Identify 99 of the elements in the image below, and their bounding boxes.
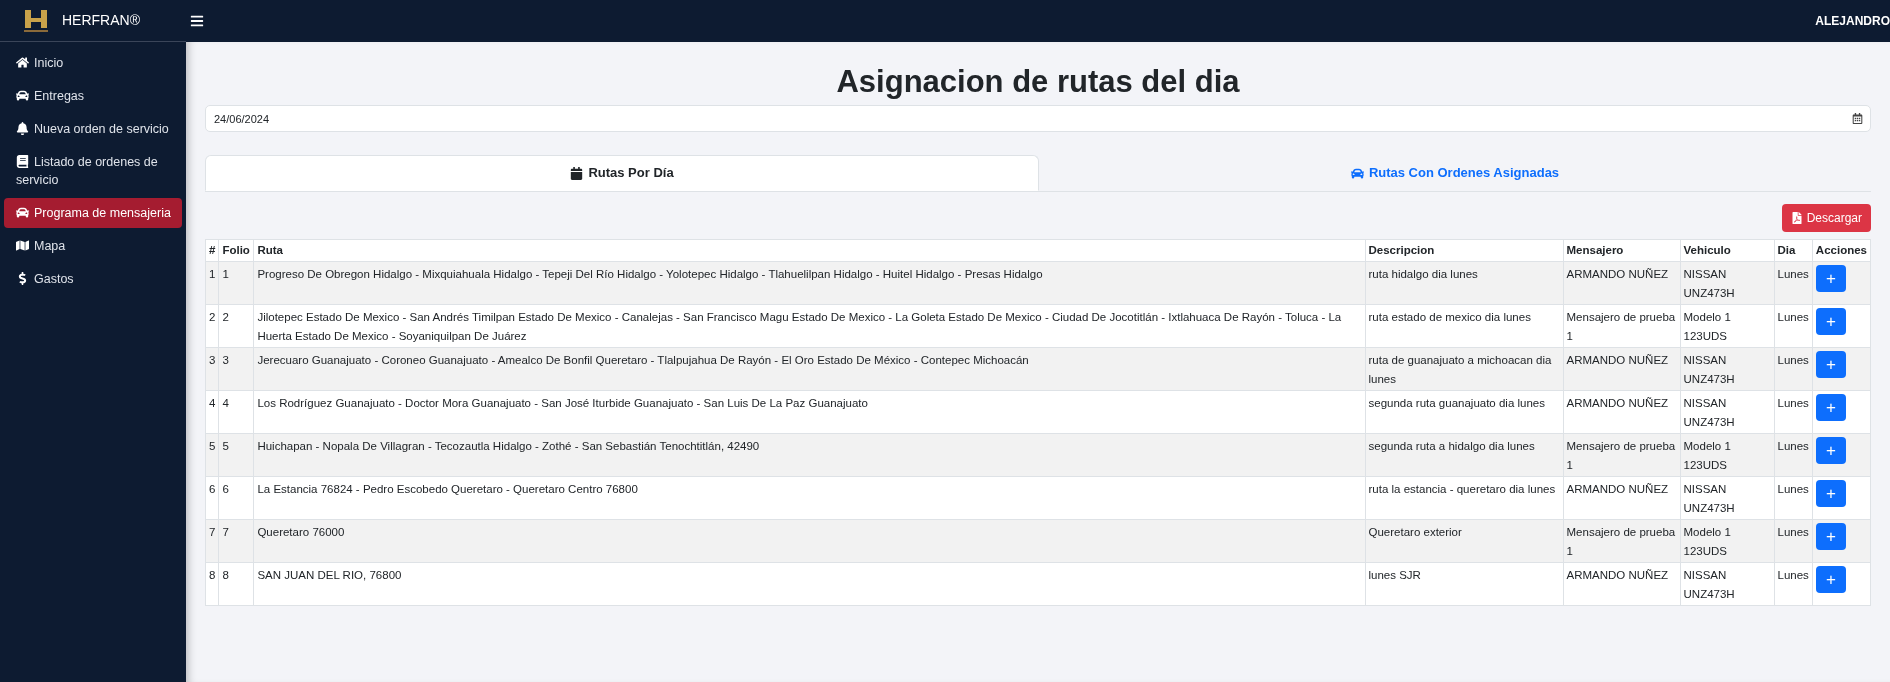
column-header: Vehiculo	[1680, 239, 1774, 262]
table-cell: 1	[205, 261, 219, 305]
table-cell: Lunes	[1774, 433, 1813, 477]
table-cell: segunda ruta a hidalgo dia lunes	[1365, 433, 1563, 477]
table-cell: NISSAN UNZ473H	[1680, 261, 1774, 305]
sidebar-item[interactable]: Mapa	[4, 231, 182, 261]
table-cell: 2	[218, 304, 254, 348]
table-cell: Lunes	[1774, 562, 1813, 606]
table-cell: Lunes	[1774, 304, 1813, 348]
table-cell: segunda ruta guanajuato dia lunes	[1365, 390, 1563, 434]
table-cell: ruta la estancia - queretaro dia lunes	[1365, 476, 1563, 520]
table-cell: 3	[205, 347, 219, 391]
table-cell: ARMANDO NUÑEZ	[1563, 347, 1680, 391]
add-button[interactable]: +	[1815, 437, 1846, 464]
table-cell: ARMANDO NUÑEZ	[1563, 261, 1680, 305]
user-name[interactable]: ALEJANDRO	[1815, 12, 1890, 30]
table-cell: ARMANDO NUÑEZ	[1563, 476, 1680, 520]
table-cell: NISSAN UNZ473H	[1680, 347, 1774, 391]
column-header: Mensajero	[1563, 239, 1680, 262]
table-cell: 7	[205, 519, 219, 563]
table-cell: ARMANDO NUÑEZ	[1563, 390, 1680, 434]
add-button[interactable]: +	[1815, 480, 1846, 507]
page-title: Asignacion de rutas del dia	[835, 63, 1241, 101]
car-icon	[16, 206, 29, 220]
table-cell: La Estancia 76824 - Pedro Escobedo Queretaro - Queretaro Centro 76800	[253, 476, 1365, 520]
download-button[interactable]: Descargar	[1781, 204, 1871, 232]
add-button[interactable]: +	[1815, 523, 1846, 550]
table-cell: ruta hidalgo dia lunes	[1365, 261, 1563, 305]
table-cell: 5	[218, 433, 254, 477]
logo-icon	[22, 7, 50, 34]
table-cell: Lunes	[1774, 519, 1813, 563]
table-cell: Huichapan - Nopala De Villagran - Tecozautla Hidalgo - Zothé - San Sebastián Tenochtitlán, 42490	[253, 433, 1365, 477]
table-cell: Queretaro 76000	[253, 519, 1365, 563]
column-header: Dia	[1774, 239, 1813, 262]
add-button[interactable]: +	[1815, 308, 1846, 335]
table-cell: Mensajero de prueba 1	[1563, 433, 1680, 477]
house-icon	[16, 56, 29, 70]
sidebar-item[interactable]: Programa de mensajeria	[4, 198, 182, 228]
table-cell: 3	[218, 347, 254, 391]
menu-button[interactable]	[190, 14, 204, 28]
table-cell: Modelo 1 123UDS	[1680, 519, 1774, 563]
table-cell: NISSAN UNZ473H	[1680, 390, 1774, 434]
table-cell: Lunes	[1774, 261, 1813, 305]
table-cell: Modelo 1 123UDS	[1680, 304, 1774, 348]
sidebar-item[interactable]: Inicio	[4, 48, 182, 78]
table-cell: 5	[205, 433, 219, 477]
table-cell: lunes SJR	[1365, 562, 1563, 606]
table-cell: Modelo 1 123UDS	[1680, 433, 1774, 477]
table-cell: 1	[218, 261, 254, 305]
table-cell: Los Rodríguez Guanajuato - Doctor Mora Guanajuato - San José Iturbide Guanajuato - San Luis De La Paz Guanajuato	[253, 390, 1365, 434]
table-cell: 8	[205, 562, 219, 606]
dollar-icon	[16, 272, 29, 286]
column-header: Acciones	[1812, 239, 1871, 262]
table-cell: Mensajero de prueba 1	[1563, 519, 1680, 563]
add-button[interactable]: +	[1815, 351, 1846, 378]
book-icon	[16, 155, 29, 169]
table-cell: Lunes	[1774, 347, 1813, 391]
column-header: Ruta	[253, 239, 1365, 262]
table-cell: 2	[205, 304, 219, 348]
table-cell: Jerecuaro Guanajuato - Coroneo Guanajuato - Amealco De Bonfil Queretaro - Tlalpujahua De Rayón - El Oro Estado De México - Contepec Michoacán	[253, 347, 1365, 391]
table-cell: NISSAN UNZ473H	[1680, 476, 1774, 520]
sidebar-item[interactable]: Gastos	[4, 264, 182, 294]
sidebar-item[interactable]: Entregas	[4, 81, 182, 111]
column-header: Descripcion	[1365, 239, 1563, 262]
table-cell: Lunes	[1774, 390, 1813, 434]
column-header: #	[205, 239, 219, 262]
map-icon	[16, 239, 29, 253]
calendar-icon[interactable]	[1852, 113, 1863, 124]
tab[interactable]: Rutas Con Ordenes Asignadas	[1039, 155, 1871, 191]
bell-icon	[16, 122, 29, 136]
pdf-icon	[1790, 212, 1803, 224]
table-cell: Jilotepec Estado De Mexico - San Andrés Timilpan Estado De Mexico - Canalejas - San Francisco Magu Estado De Mexico - La Goleta Estado De Mexico - Ciudad De Jocotitlán - Ixtlahuaca De Rayón - Toluca - La Huerta Estado De Mexico - Soyaniquilpan De Juárez	[253, 304, 1365, 348]
table-cell: Mensajero de prueba 1	[1563, 304, 1680, 348]
sidebar-item[interactable]: Listado de ordenes de servicio	[4, 147, 182, 195]
brand-name: HERFRAN®	[62, 11, 140, 30]
table-cell: SAN JUAN DEL RIO, 76800	[253, 562, 1365, 606]
table-cell: Lunes	[1774, 476, 1813, 520]
table-cell: ruta estado de mexico dia lunes	[1365, 304, 1563, 348]
date-field[interactable]: 24/06/2024	[205, 105, 1871, 132]
table-cell: 4	[218, 390, 254, 434]
car-icon	[1350, 166, 1364, 180]
tab[interactable]: Rutas Por Día	[205, 155, 1039, 191]
add-button[interactable]: +	[1815, 566, 1846, 593]
table-cell: 7	[218, 519, 254, 563]
table-cell: 6	[218, 476, 254, 520]
add-button[interactable]: +	[1815, 394, 1846, 421]
sidebar-item[interactable]: Nueva orden de servicio	[4, 114, 182, 144]
car-icon	[16, 89, 29, 103]
table-cell: NISSAN UNZ473H	[1680, 562, 1774, 606]
table-cell: ruta de guanajuato a michoacan dia lunes	[1365, 347, 1563, 391]
column-header: Folio	[218, 239, 254, 262]
table-cell: ARMANDO NUÑEZ	[1563, 562, 1680, 606]
table-cell: 8	[218, 562, 254, 606]
table-cell: Queretaro exterior	[1365, 519, 1563, 563]
table-cell: 4	[205, 390, 219, 434]
table-cell: 6	[205, 476, 219, 520]
add-button[interactable]: +	[1815, 265, 1846, 292]
table-cell: Progreso De Obregon Hidalgo - Mixquiahuala Hidalgo - Tepeji Del Río Hidalgo - Yolotepec Hidalgo - Tlahuelilpan Hidalgo - Huitel Hidalgo - Presas Hidalgo	[253, 261, 1365, 305]
calendar-icon	[570, 166, 584, 180]
